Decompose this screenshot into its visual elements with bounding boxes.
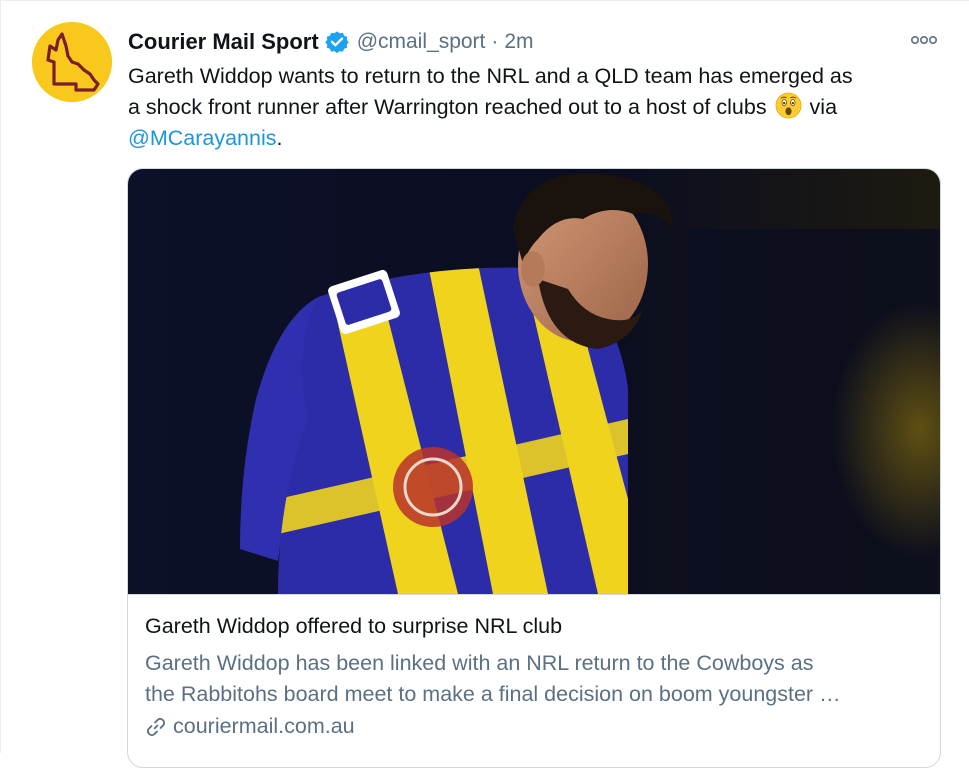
- rugby-player-photo[interactable]: [128, 169, 940, 594]
- astonished-face-emoji-icon: [775, 92, 801, 119]
- user-handle[interactable]: @cmail_sport: [357, 30, 486, 54]
- queensland-logo-icon: [32, 22, 112, 102]
- tweet-header: Courier Mail Sport @cmail_sport · 2m: [128, 27, 534, 57]
- card-domain-text: couriermail.com.au: [173, 714, 355, 738]
- card-description: Gareth Widdop has been linked with an NR…: [145, 648, 930, 710]
- tweet-text-fragment: a shock front runner after Warrington re…: [128, 95, 767, 119]
- tweet-text-fragment: via: [809, 95, 838, 119]
- link-card[interactable]: Gareth Widdop offered to surprise NRL cl…: [127, 168, 941, 768]
- tweet-text-line: @MCarayannis.: [128, 123, 948, 154]
- tweet-text-fragment: .: [276, 126, 283, 150]
- separator-dot: ·: [491, 30, 499, 53]
- timestamp[interactable]: 2m: [504, 30, 533, 54]
- card-description-line: the Rabbitohs board meet to make a final…: [145, 682, 841, 706]
- verified-badge-icon: [324, 31, 349, 54]
- link-icon: [146, 717, 166, 736]
- avatar[interactable]: [32, 22, 112, 102]
- more-options-icon[interactable]: [909, 31, 939, 49]
- display-name[interactable]: Courier Mail Sport: [128, 29, 319, 55]
- tweet-text-line: Gareth Widdop wants to return to the NRL…: [128, 64, 853, 88]
- tweet[interactable]: Courier Mail Sport @cmail_sport · 2m Gar…: [0, 0, 969, 768]
- tweet-text: Gareth Widdop wants to return to the NRL…: [128, 61, 948, 154]
- mention-link[interactable]: @MCarayannis: [128, 126, 276, 150]
- tweet-text-line: a shock front runner after Warrington re…: [128, 92, 948, 123]
- card-description-line: Gareth Widdop has been linked with an NR…: [145, 651, 814, 675]
- card-domain[interactable]: couriermail.com.au: [145, 714, 355, 739]
- card-title[interactable]: Gareth Widdop offered to surprise NRL cl…: [145, 614, 562, 639]
- card-divider: [128, 594, 940, 595]
